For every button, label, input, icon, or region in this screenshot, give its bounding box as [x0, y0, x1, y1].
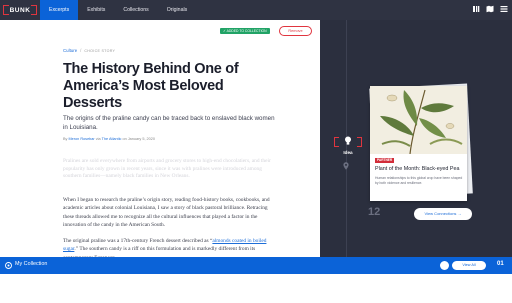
breadcrumb-separator: / — [80, 48, 82, 53]
menu-icon[interactable] — [500, 5, 508, 13]
botanical-drawing — [370, 86, 467, 154]
logo-left-bracket — [3, 5, 9, 15]
byline: By Meron Rosebar via The Atlantic on Jan… — [63, 137, 155, 141]
lightbulb-icon — [345, 136, 351, 145]
top-nav: BUNK Excerpts Exhibits Collections Origi… — [0, 0, 512, 20]
excerpt-card[interactable]: PARTNER Plant of the Month: Black-eyed P… — [370, 86, 467, 201]
my-collection-label[interactable]: My Collection — [15, 261, 47, 267]
article-paragraph: The original praline was a 17th-century … — [63, 237, 278, 257]
tab-originals[interactable]: Originals — [158, 0, 196, 20]
node-right-bracket — [357, 137, 362, 147]
view-connections-button[interactable]: View Connections → — [414, 208, 472, 220]
connection-count: 12 — [368, 206, 381, 218]
article-subtitle: The origins of the praline candy can be … — [63, 115, 275, 131]
logo-right-bracket — [31, 5, 37, 15]
bunk-logo[interactable]: BUNK — [0, 0, 40, 20]
story-type-label: CHOICE STORY — [84, 48, 116, 53]
top-icons — [472, 5, 508, 13]
partner-tag: PARTNER — [375, 158, 395, 163]
article-title: The History Behind One of America’s Most… — [63, 61, 239, 111]
location-pin-icon[interactable] — [343, 162, 349, 170]
collection-circle-icon[interactable] — [440, 261, 449, 270]
byline-prefix: By — [63, 137, 68, 141]
node-left-bracket — [334, 137, 339, 147]
source-link[interactable]: The Atlantic — [102, 137, 122, 141]
collection-bar: My Collection View All 01 — [0, 257, 512, 274]
article-paragraph: When I began to research the praline’s o… — [63, 197, 270, 229]
collection-icon[interactable] — [472, 5, 480, 13]
paragraph-text: .” The southern candy is a riff on this … — [63, 246, 256, 257]
logo-text: BUNK — [9, 6, 31, 14]
collection-icon — [5, 262, 12, 269]
plant-illustration — [370, 86, 467, 154]
category-link[interactable]: Culture — [63, 48, 77, 53]
added-to-collection-badge: ✓ ADDED TO COLLECTION — [220, 28, 270, 34]
breadcrumb: Culture / CHOICE STORY — [63, 48, 115, 53]
byline-date: on January 5, 2020 — [122, 137, 156, 141]
bottom-blank-area — [0, 274, 512, 303]
idea-label: Idea — [343, 150, 353, 155]
map-icon[interactable] — [486, 5, 494, 13]
author-link[interactable]: Meron Rosebar — [69, 137, 95, 141]
tab-exhibits[interactable]: Exhibits — [78, 0, 114, 20]
card-description: Human relationships to this global crop … — [375, 176, 463, 185]
tab-collections[interactable]: Collections — [114, 0, 157, 20]
view-all-button[interactable]: View All — [452, 261, 486, 270]
byline-via: via — [95, 137, 101, 141]
paragraph-text: The original praline was a 17th-century … — [63, 238, 213, 244]
remove-button[interactable]: Remove — [279, 26, 312, 36]
article-panel: ✓ ADDED TO COLLECTION Remove Culture / C… — [0, 20, 320, 257]
collection-count: 01 — [497, 261, 504, 267]
card-title: Plant of the Month: Black-eyed Pea — [375, 166, 460, 172]
tab-excerpts[interactable]: Excerpts — [40, 0, 79, 20]
faded-intro-text: Pralines are sold everywhere from airpor… — [63, 158, 271, 180]
